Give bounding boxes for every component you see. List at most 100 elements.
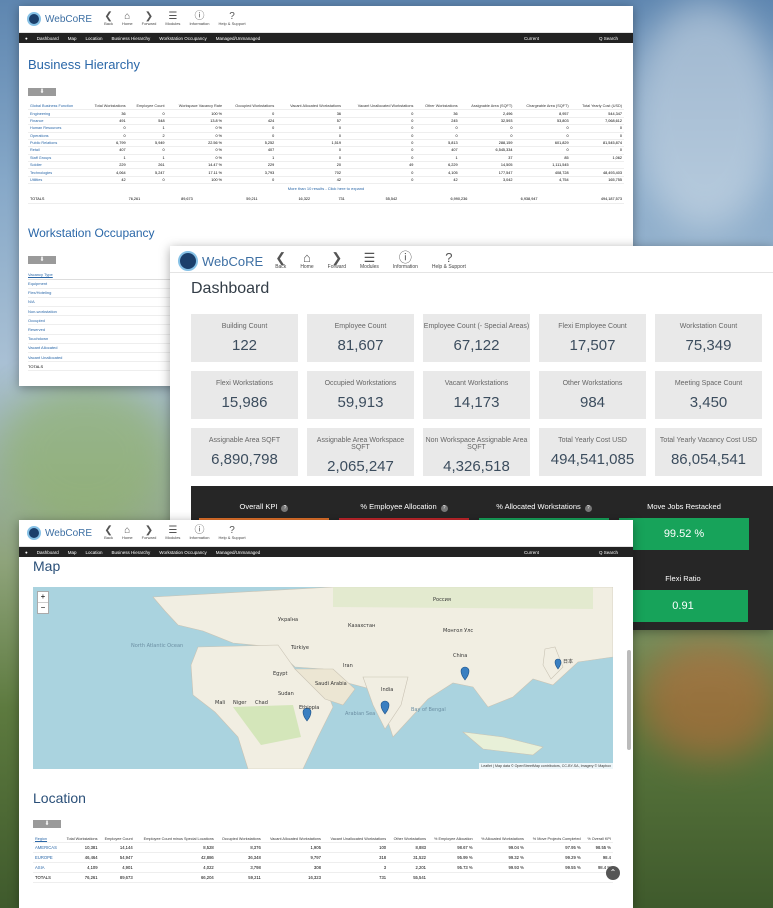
bh-col-header[interactable]: Total Workstations xyxy=(85,103,128,111)
modules-button[interactable]: ☰ Modules xyxy=(360,250,379,271)
occupancy-item[interactable]: Non-workstation xyxy=(28,307,178,317)
webcore-logo[interactable]: WebCoRE xyxy=(178,251,263,271)
search-button[interactable]: Q Search xyxy=(599,550,618,555)
bh-col-header[interactable]: Assignable Area (SQFT) xyxy=(459,103,515,111)
scrollbar[interactable] xyxy=(627,650,631,750)
bh-col-header[interactable]: Global Business Function xyxy=(28,103,86,111)
webcore-logo[interactable]: WebCoRE xyxy=(27,12,92,26)
export-button[interactable]: ⬇ xyxy=(28,88,56,96)
globe-icon[interactable]: ● xyxy=(25,550,28,555)
bh-col-header[interactable]: Vacant Allocated Workstations xyxy=(276,103,343,111)
help-button[interactable]: ? Help & Support xyxy=(218,11,245,26)
nav-dashboard[interactable]: Dashboard xyxy=(37,550,59,555)
loc-col-header[interactable]: Occupied Workstations xyxy=(215,836,263,844)
stat-card-value: 494,541,085 xyxy=(550,451,635,468)
table-cell: 2,201 xyxy=(388,862,428,874)
home-button[interactable]: ⌂ Home xyxy=(122,11,133,26)
information-button[interactable]: ⓘ Information xyxy=(189,525,209,540)
loc-col-header[interactable]: % Employee Allocation xyxy=(428,836,475,844)
bh-col-header[interactable]: Workspace Vacancy Rate xyxy=(166,103,225,111)
bh-col-header[interactable]: Occupied Workstations xyxy=(224,103,277,111)
region-link[interactable]: ASIA xyxy=(33,862,62,874)
help-icon[interactable]: ? xyxy=(281,505,289,512)
nav-business-hierarchy[interactable]: Business Hierarchy xyxy=(112,36,151,41)
help-button[interactable]: ? Help & Support xyxy=(218,525,245,540)
bh-col-header[interactable]: Total Yearly Cost (USD) xyxy=(570,103,624,111)
bh-col-header[interactable]: Employee Count xyxy=(127,103,167,111)
table-cell: 10,381 xyxy=(61,842,100,854)
loc-col-header[interactable]: % Allocated Workstations xyxy=(474,836,526,844)
row-label-link[interactable]: Human Resources xyxy=(28,124,86,133)
row-label-link[interactable]: Public Relations xyxy=(28,139,86,148)
export-button-2[interactable]: ⬇ xyxy=(28,255,56,264)
webcore-logo[interactable]: WebCoRE xyxy=(27,526,92,540)
row-label-link[interactable]: Finance xyxy=(28,117,86,126)
modules-button[interactable]: ☰ Modules xyxy=(165,525,180,540)
forward-button[interactable]: ❯ Forward xyxy=(142,11,157,26)
modules-button[interactable]: ☰ Modules xyxy=(165,11,180,26)
row-label-link[interactable]: Soldier xyxy=(28,161,86,170)
occupancy-item[interactable]: Flex/Hoteling xyxy=(28,289,178,298)
nav-workstation-occupancy[interactable]: Workstation Occupancy xyxy=(159,550,206,555)
loc-col-header[interactable]: Employee Count xyxy=(99,836,135,844)
occupancy-item[interactable]: N/A xyxy=(28,298,178,308)
loc-col-header[interactable]: Vacant Allocated Workstations xyxy=(262,836,323,844)
back-button[interactable]: ❮ Back xyxy=(275,250,286,271)
home-button[interactable]: ⌂ Home xyxy=(122,525,133,540)
information-button[interactable]: ⓘ Information xyxy=(189,11,209,26)
loc-col-header[interactable]: % Move Projects Completed xyxy=(525,836,583,844)
occupancy-item[interactable]: Equipment xyxy=(28,280,178,289)
nav-managed[interactable]: Managed/Unmanaged xyxy=(216,550,261,555)
zoom-in-button[interactable]: + xyxy=(38,592,48,603)
search-button[interactable]: Q Search xyxy=(599,36,618,41)
information-button[interactable]: ⓘ Information xyxy=(393,250,418,271)
region-link[interactable]: EUROPE xyxy=(33,852,62,864)
region-link[interactable]: AMERICAS xyxy=(33,842,62,854)
nav-map[interactable]: Map xyxy=(68,550,77,555)
row-label-link[interactable]: Operations xyxy=(28,132,86,140)
more-results-link[interactable]: More than 10 results - Click here to exp… xyxy=(28,186,624,191)
row-label-link[interactable]: Technologies xyxy=(28,168,86,177)
map-attribution[interactable]: Leaflet | Map data © OpenStreetMap contr… xyxy=(479,763,613,769)
loc-col-header[interactable]: Other Workstations xyxy=(388,836,428,844)
loc-col-header[interactable]: Total Workstations xyxy=(61,836,100,844)
home-button[interactable]: ⌂ Home xyxy=(300,250,313,271)
occupancy-item[interactable]: Vacant Allocated xyxy=(28,344,178,353)
globe-icon[interactable]: ● xyxy=(25,36,28,41)
row-label-link[interactable]: Engineering xyxy=(28,109,86,118)
help-button[interactable]: ? Help & Support xyxy=(432,250,466,271)
nav-location[interactable]: Location xyxy=(86,36,103,41)
nav-dashboard[interactable]: Dashboard xyxy=(37,36,59,41)
row-label-link[interactable]: Utilities xyxy=(28,176,86,185)
row-label-link[interactable]: Retail xyxy=(28,146,86,155)
zoom-out-button[interactable]: − xyxy=(38,603,48,613)
occupancy-item[interactable]: Touchdown xyxy=(28,335,178,344)
nav-map[interactable]: Map xyxy=(68,36,77,41)
stat-card-label: Other Workstations xyxy=(562,380,623,387)
loc-col-header[interactable]: Region xyxy=(33,836,62,844)
bh-col-header[interactable]: Vacant Unallocated Workstations xyxy=(343,103,416,111)
help-icon[interactable]: ? xyxy=(440,505,448,512)
export-button[interactable]: ⬇ xyxy=(33,820,61,828)
nav-business-hierarchy[interactable]: Business Hierarchy xyxy=(112,550,151,555)
forward-button[interactable]: ❯ Forward xyxy=(328,250,346,271)
occupancy-item[interactable]: Reserved xyxy=(28,325,178,335)
occupancy-item[interactable]: Occupied xyxy=(28,316,178,326)
nav-workstation-occupancy[interactable]: Workstation Occupancy xyxy=(159,36,206,41)
bh-col-header[interactable]: Other Workstations xyxy=(415,103,460,111)
world-map[interactable]: North Atlantic Ocean Arabian Sea Bay of … xyxy=(33,587,613,769)
scroll-top-button[interactable]: ⌃ xyxy=(606,866,620,880)
help-icon[interactable]: ? xyxy=(584,505,592,512)
back-button[interactable]: ❮ Back xyxy=(104,11,113,26)
nav-managed[interactable]: Managed/Unmanaged xyxy=(216,36,261,41)
loc-col-header[interactable]: Employee Count minus Special Locations xyxy=(134,836,216,844)
loc-col-header[interactable]: Vacant Unallocated Workstations xyxy=(322,836,389,844)
row-label-link[interactable]: Staff Groups xyxy=(28,154,86,163)
totals-cell: 59,211 xyxy=(208,196,260,204)
loc-col-header[interactable]: % Overall KPI xyxy=(582,836,613,844)
back-button[interactable]: ❮ Back xyxy=(104,525,113,540)
nav-location[interactable]: Location xyxy=(86,550,103,555)
occupancy-item[interactable]: Vacant Unallocated xyxy=(28,353,178,363)
bh-col-header[interactable]: Chargeable Area (SQFT) xyxy=(514,103,571,111)
forward-button[interactable]: ❯ Forward xyxy=(142,525,157,540)
